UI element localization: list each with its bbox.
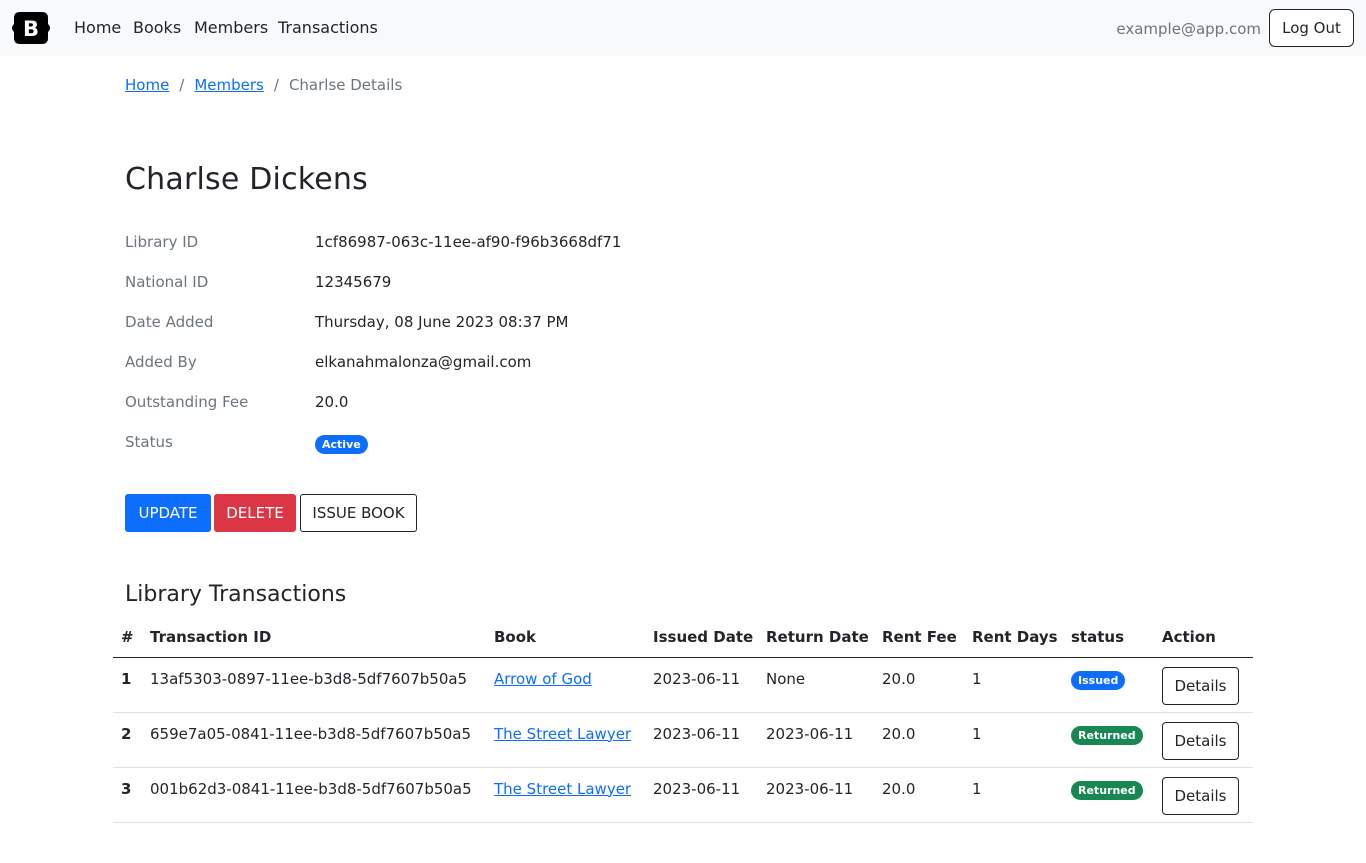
status-label: Status	[125, 433, 173, 451]
book-cell: The Street Lawyer	[494, 767, 653, 823]
rent-days: 1	[972, 712, 1071, 768]
user-email: example@app.com	[1116, 20, 1261, 38]
status-cell: Returned	[1071, 712, 1162, 768]
table-row: 3 001b62d3-0841-11ee-b3d8-5df7607b50a5 T…	[113, 767, 1253, 823]
return-date: None	[766, 657, 882, 713]
header-transaction-id: Transaction ID	[150, 617, 494, 658]
update-button[interactable]: UPDATE	[125, 494, 211, 532]
header-action: Action	[1162, 617, 1253, 658]
header-issued-date: Issued Date	[653, 617, 766, 658]
national-id-label: National ID	[125, 273, 209, 291]
issued-date: 2023-06-11	[653, 767, 766, 823]
rent-days: 1	[972, 657, 1071, 713]
issued-date: 2023-06-11	[653, 657, 766, 713]
transaction-id: 001b62d3-0841-11ee-b3d8-5df7607b50a5	[150, 767, 494, 823]
details-button[interactable]: Details	[1162, 666, 1239, 705]
header-rent-fee: Rent Fee	[882, 617, 972, 658]
logout-button[interactable]: Log Out	[1269, 9, 1354, 47]
table-header-row: # Transaction ID Book Issued Date Return…	[113, 617, 1253, 658]
outstanding-fee-value: 20.0	[315, 393, 349, 411]
issued-date: 2023-06-11	[653, 712, 766, 768]
status-badge: Issued	[1071, 670, 1126, 690]
bootstrap-logo-icon[interactable]: B	[12, 10, 50, 46]
table-row: 1 13af5303-0897-11ee-b3d8-5df7607b50a5 A…	[113, 657, 1253, 713]
book-cell: Arrow of God	[494, 657, 653, 713]
book-link[interactable]: The Street Lawyer	[494, 725, 631, 743]
nav-link-transactions[interactable]: Transactions	[278, 18, 378, 38]
table-row: 2 659e7a05-0841-11ee-b3d8-5df7607b50a5 T…	[113, 712, 1253, 768]
rent-fee: 20.0	[882, 767, 972, 823]
book-cell: The Street Lawyer	[494, 712, 653, 768]
rent-fee: 20.0	[882, 712, 972, 768]
transaction-id: 659e7a05-0841-11ee-b3d8-5df7607b50a5	[150, 712, 494, 768]
status-value: Active	[315, 433, 368, 454]
brand-letter: B	[23, 17, 39, 41]
return-date: 2023-06-11	[766, 767, 882, 823]
action-cell: Details	[1162, 657, 1253, 713]
rent-days: 1	[972, 767, 1071, 823]
details-button[interactable]: Details	[1162, 776, 1239, 815]
date-added-label: Date Added	[125, 313, 214, 331]
breadcrumb-separator: /	[273, 76, 279, 94]
page-title: Charlse Dickens	[125, 162, 368, 197]
header-book: Book	[494, 617, 653, 658]
action-cell: Details	[1162, 767, 1253, 823]
transaction-id: 13af5303-0897-11ee-b3d8-5df7607b50a5	[150, 657, 494, 713]
library-id-label: Library ID	[125, 233, 199, 251]
rent-fee: 20.0	[882, 657, 972, 713]
status-badge: Returned	[1071, 725, 1143, 745]
added-by-value: elkanahmalonza@gmail.com	[315, 353, 532, 371]
nav-link-books[interactable]: Books	[133, 18, 181, 38]
row-number: 3	[113, 767, 150, 823]
nav-link-members[interactable]: Members	[194, 18, 268, 38]
breadcrumb: Home / Members / Charlse Details	[125, 74, 402, 96]
national-id-value: 12345679	[315, 273, 392, 291]
date-added-value: Thursday, 08 June 2023 08:37 PM	[315, 313, 569, 331]
navbar: B Home Books Members Transactions exampl…	[0, 0, 1366, 56]
return-date: 2023-06-11	[766, 712, 882, 768]
issue-book-button[interactable]: ISSUE BOOK	[300, 494, 417, 532]
status-badge: Active	[315, 435, 368, 454]
breadcrumb-home-link[interactable]: Home	[125, 76, 169, 94]
breadcrumb-separator: /	[179, 76, 185, 94]
status-cell: Issued	[1071, 657, 1162, 713]
library-id-value: 1cf86987-063c-11ee-af90-f96b3668df71	[315, 233, 622, 251]
action-cell: Details	[1162, 712, 1253, 768]
row-number: 1	[113, 657, 150, 713]
breadcrumb-members-link[interactable]: Members	[194, 76, 264, 94]
header-return-date: Return Date	[766, 617, 882, 658]
added-by-label: Added By	[125, 353, 197, 371]
outstanding-fee-label: Outstanding Fee	[125, 393, 249, 411]
header-num: #	[113, 617, 150, 658]
nav-link-home[interactable]: Home	[74, 18, 121, 38]
status-cell: Returned	[1071, 767, 1162, 823]
book-link[interactable]: Arrow of God	[494, 670, 592, 688]
delete-button[interactable]: DELETE	[214, 494, 296, 532]
book-link[interactable]: The Street Lawyer	[494, 780, 631, 798]
transactions-table: # Transaction ID Book Issued Date Return…	[113, 617, 1253, 823]
details-button[interactable]: Details	[1162, 721, 1239, 760]
row-number: 2	[113, 712, 150, 768]
transactions-title: Library Transactions	[125, 582, 347, 607]
header-rent-days: Rent Days	[972, 617, 1071, 658]
status-badge: Returned	[1071, 780, 1143, 800]
breadcrumb-current: Charlse Details	[288, 76, 403, 94]
header-status: status	[1071, 617, 1162, 658]
